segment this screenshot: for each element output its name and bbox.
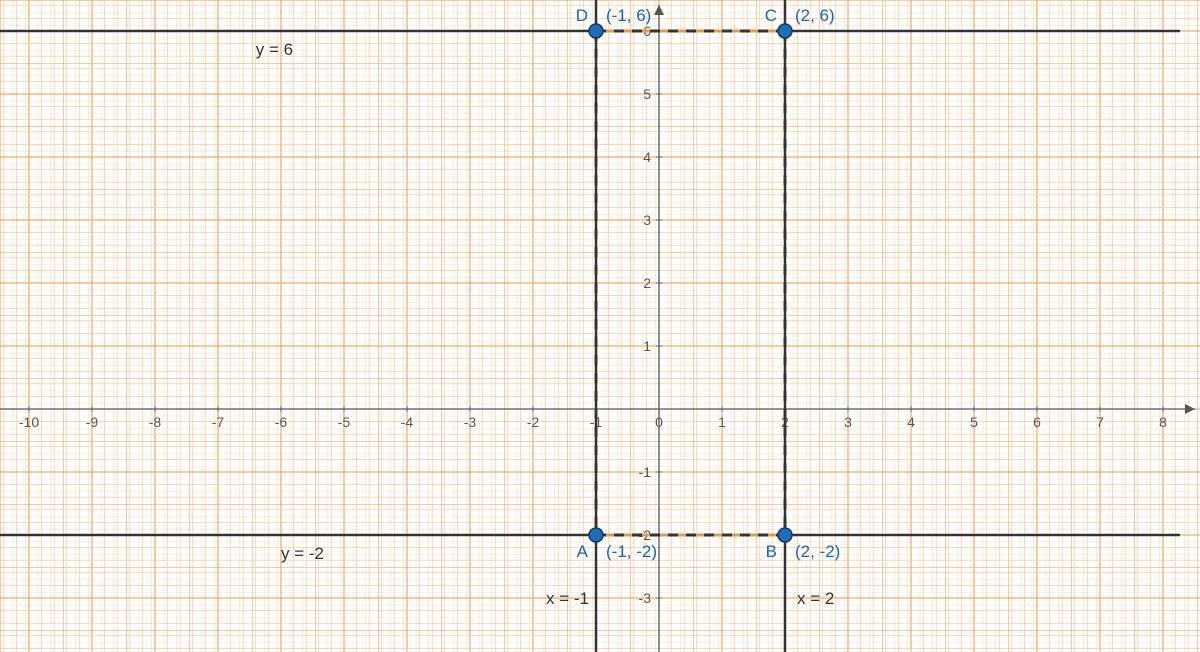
label-y-equals-6: y = 6 (256, 40, 293, 59)
label-x-equals-2: x = 2 (797, 589, 834, 608)
point-B-coord: (2, -2) (795, 542, 840, 561)
svg-text:4: 4 (643, 149, 651, 165)
point-D-name: D (576, 6, 588, 25)
svg-text:-6: -6 (275, 414, 288, 430)
label-y-equals-minus-2: y = -2 (281, 544, 324, 563)
svg-text:-3: -3 (464, 414, 477, 430)
svg-text:7: 7 (1096, 414, 1104, 430)
svg-text:5: 5 (643, 86, 651, 102)
svg-text:-3: -3 (639, 590, 652, 606)
svg-text:-7: -7 (212, 414, 225, 430)
point-C (778, 24, 792, 38)
point-A (589, 528, 603, 542)
point-B (778, 528, 792, 542)
point-A-name: A (577, 542, 589, 561)
coordinate-plane: -10-9-8-7-6-5-4-3-2-1012345678 123456-1-… (0, 0, 1200, 652)
svg-text:-1: -1 (639, 464, 652, 480)
svg-text:3: 3 (844, 414, 852, 430)
svg-text:8: 8 (1159, 414, 1167, 430)
svg-text:5: 5 (970, 414, 978, 430)
svg-text:3: 3 (643, 212, 651, 228)
point-B-name: B (766, 542, 777, 561)
point-D (589, 24, 603, 38)
label-x-equals-minus-1: x = -1 (546, 589, 589, 608)
svg-text:2: 2 (643, 275, 651, 291)
svg-text:-5: -5 (338, 414, 351, 430)
svg-text:6: 6 (1033, 414, 1041, 430)
svg-text:-4: -4 (401, 414, 414, 430)
point-D-coord: (-1, 6) (606, 6, 651, 25)
point-A-coord: (-1, -2) (606, 542, 657, 561)
svg-text:0: 0 (655, 414, 663, 430)
svg-text:-10: -10 (19, 414, 39, 430)
svg-text:-9: -9 (86, 414, 99, 430)
svg-text:4: 4 (907, 414, 915, 430)
point-C-name: C (765, 6, 777, 25)
svg-text:1: 1 (718, 414, 726, 430)
svg-text:-2: -2 (527, 414, 540, 430)
point-C-coord: (2, 6) (795, 6, 835, 25)
svg-text:-8: -8 (149, 414, 162, 430)
svg-text:1: 1 (643, 338, 651, 354)
